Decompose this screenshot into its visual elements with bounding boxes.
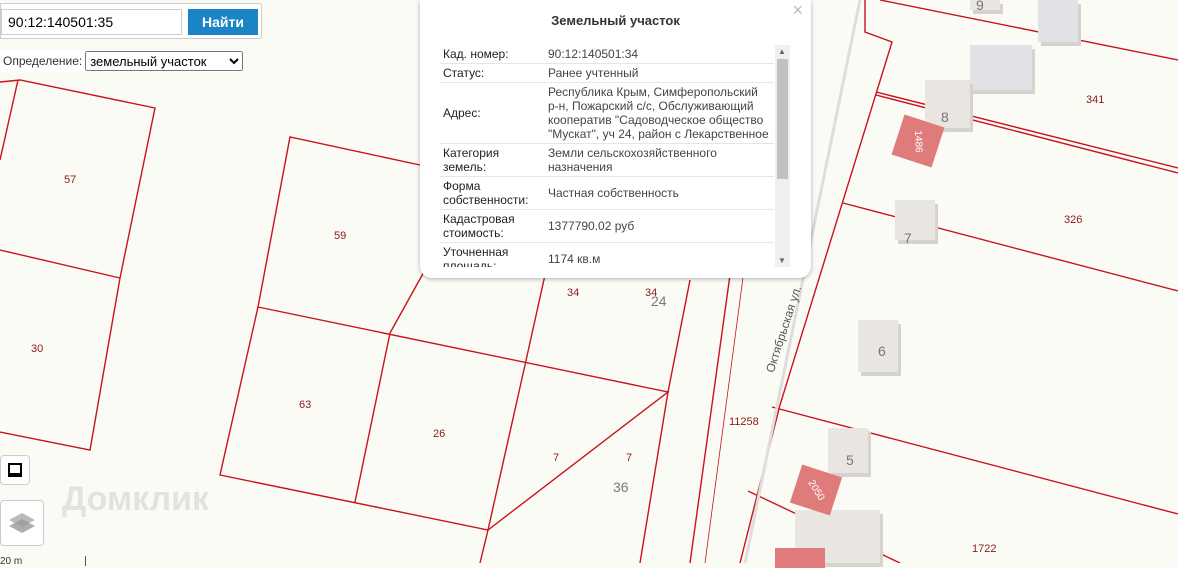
building: [970, 0, 1000, 10]
house-number: 36: [613, 479, 629, 495]
field-label: Адрес:: [443, 106, 481, 120]
field-label: Категория земель:: [443, 146, 500, 174]
house-number: 8: [941, 109, 949, 125]
table-row: Адрес: Республика Крым, Симферопольский р…: [440, 83, 774, 144]
table-row: Форма собственности: Частная собственност…: [440, 177, 774, 210]
building-number: 1486: [912, 129, 924, 153]
parcel-label: 326: [1064, 214, 1083, 226]
scroll-up-icon[interactable]: ▲: [778, 47, 786, 56]
house-number: 24: [651, 293, 667, 309]
domclick-watermark: Домклик: [62, 480, 210, 518]
house-number: 7: [904, 230, 912, 246]
parcel-label: 30: [31, 343, 44, 355]
field-value: Ранее учтенный: [548, 66, 639, 80]
table-row: Кад. номер: 90:12:140501:34: [440, 45, 774, 64]
definition-select[interactable]: земельный участок: [85, 51, 244, 71]
parcel-label: 11258: [729, 416, 759, 428]
field-value: Республика Крым, Симферопольский р-н, По…: [548, 85, 769, 141]
cadastral-number-input[interactable]: [1, 9, 182, 35]
popup-scrollbar[interactable]: ▲ ▼: [775, 45, 790, 267]
parcel-label: 59: [334, 230, 347, 242]
definition-control: Определение: земельный участок: [0, 50, 244, 72]
field-value: Частная собственность: [548, 186, 679, 200]
scroll-down-icon[interactable]: ▼: [778, 256, 786, 265]
table-row: Уточненная площадь: 1174 кв.м: [440, 243, 774, 267]
parcel-label: 57: [64, 174, 77, 186]
measure-button[interactable]: [0, 455, 30, 485]
parcel-label: 34: [567, 287, 580, 299]
house-number: 5: [846, 452, 854, 468]
parcel-label: 1722: [972, 543, 997, 555]
house-number: 6: [878, 343, 886, 359]
ruler-icon: [8, 463, 22, 477]
field-value: Земли сельскохозяйственного назначения: [548, 146, 717, 174]
field-value: 90:12:140501:34: [548, 47, 639, 61]
popup-title: Земельный участок: [551, 13, 680, 28]
layers-icon: [9, 513, 35, 533]
house-number: 9: [976, 0, 984, 13]
parcel-info-popup: × Земельный участок Кад. номер: 90:12:140…: [420, 0, 811, 278]
table-row: Кадастровая стоимость: 1377790.02 руб: [440, 210, 774, 243]
parcel-label: 26: [433, 428, 446, 440]
building: [895, 200, 935, 240]
field-label: Уточненная площадь:: [443, 245, 509, 267]
table-row: Статус: Ранее учтенный: [440, 64, 774, 83]
scale-bar: 20 m: [0, 556, 86, 567]
field-label: Кад. номер:: [443, 47, 509, 61]
parcel-info-table: Кад. номер: 90:12:140501:34 Статус: Ранее …: [440, 45, 774, 267]
definition-label: Определение:: [3, 54, 83, 68]
field-label: Форма собственности:: [443, 179, 529, 207]
field-value: 1174 кв.м: [548, 252, 601, 266]
field-value: 1377790.02 руб: [548, 219, 635, 233]
building: [970, 45, 1032, 90]
table-row: Категория земель: Земли сельскохозяйствен…: [440, 144, 774, 177]
field-label: Кадастровая стоимость:: [443, 212, 515, 240]
parcel-label: 63: [299, 399, 312, 411]
building-marker[interactable]: [775, 548, 825, 568]
scrollbar-thumb[interactable]: [777, 59, 788, 179]
parcel-label: 7: [553, 452, 560, 464]
layers-button[interactable]: [0, 500, 44, 546]
parcel-label: 7: [626, 452, 633, 464]
scale-label: 20 m: [0, 556, 23, 567]
find-button[interactable]: Найти: [188, 9, 258, 35]
search-bar: Найти: [0, 3, 262, 39]
building: [1038, 0, 1078, 42]
building-number: 2050: [805, 477, 827, 503]
parcel-label: 341: [1086, 94, 1105, 106]
field-label: Статус:: [443, 66, 485, 80]
